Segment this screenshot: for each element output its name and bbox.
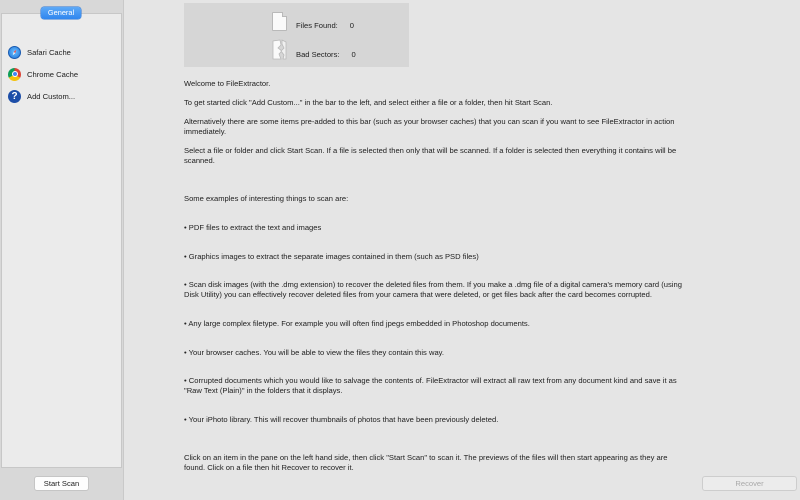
example-item: • Your browser caches. You will be able …: [184, 347, 445, 357]
sidebar-item-safari-cache[interactable]: Safari Cache: [8, 44, 120, 60]
bad-sectors-label: Bad Sectors:: [296, 50, 340, 59]
bad-sectors-value: 0: [351, 50, 356, 59]
sidebar-list: Safari Cache Chrome Cache ? Add Custom..…: [1, 13, 122, 468]
example-item: • Graphics images to extract the separat…: [184, 251, 479, 261]
sidebar-item-label: Chrome Cache: [27, 69, 79, 79]
files-found-value: 0: [349, 21, 355, 30]
example-item: • Your iPhoto library. This will recover…: [184, 414, 499, 424]
getting-started-text: To get started click "Add Custom..." in …: [184, 98, 553, 108]
welcome-heading: Welcome to FileExtractor.: [184, 79, 271, 88]
examples-block: Some examples of interesting things to s…: [184, 175, 682, 444]
start-scan-button[interactable]: Start Scan: [34, 476, 89, 491]
files-found-label: Files Found:: [296, 21, 338, 30]
example-item: • PDF files to extract the text and imag…: [184, 222, 322, 232]
files-found-row: Files Found: 0: [270, 21, 354, 30]
sidebar-panel: General Safari Cache Chrome Cache ? Add …: [0, 0, 123, 500]
welcome-text: Welcome to FileExtractor. To get started…: [184, 79, 682, 482]
scan-stats-panel: Files Found: 0 Bad Sectors: 0: [184, 3, 409, 67]
closing-text: Click on an item in the pane on the left…: [184, 453, 670, 472]
example-item: • Any large complex filetype. For exampl…: [184, 318, 530, 328]
sidebar-item-label: Safari Cache: [27, 47, 71, 57]
safari-icon: [8, 45, 21, 59]
help-icon: ?: [8, 89, 21, 103]
select-info-text: Select a file or folder and click Start …: [184, 146, 679, 165]
bad-sectors-row: Bad Sectors: 0: [270, 50, 356, 59]
pane-divider[interactable]: [123, 0, 124, 500]
chrome-icon: [8, 67, 21, 81]
sidebar-item-label: Add Custom...: [27, 91, 76, 101]
alternatively-text: Alternatively there are some items pre-a…: [184, 117, 677, 136]
examples-heading: Some examples of interesting things to s…: [184, 194, 349, 204]
sidebar-item-add-custom[interactable]: ? Add Custom...: [8, 88, 120, 104]
tab-general[interactable]: General: [41, 7, 81, 19]
example-item: • Scan disk images (with the .dmg extens…: [184, 280, 685, 300]
recover-button[interactable]: Recover: [702, 476, 797, 491]
sidebar-item-chrome-cache[interactable]: Chrome Cache: [8, 66, 120, 82]
example-item: • Corrupted documents which you would li…: [184, 376, 679, 395]
